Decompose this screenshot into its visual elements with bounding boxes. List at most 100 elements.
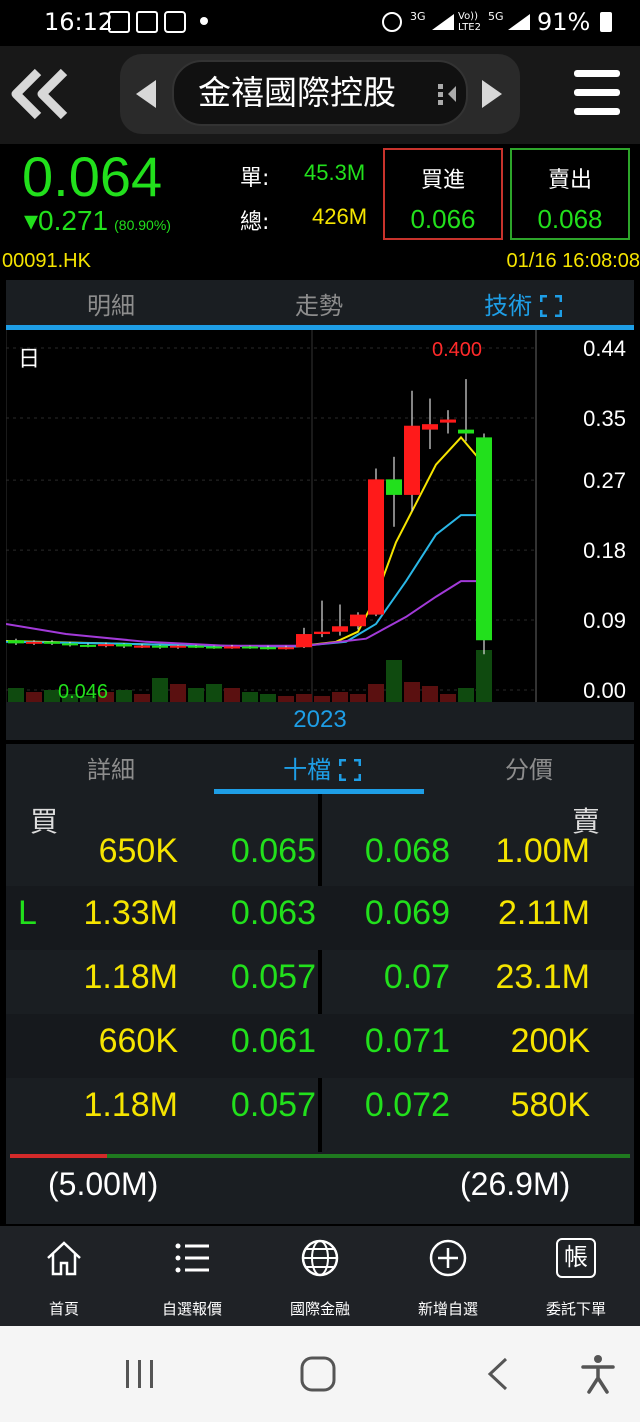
volume-bar: [188, 688, 204, 702]
tab-details[interactable]: 詳細: [56, 750, 166, 785]
candle-body: [296, 634, 312, 648]
total-volume-value: 426M: [312, 204, 368, 229]
home-circle-icon: [300, 1356, 336, 1392]
accessibility-button[interactable]: [580, 1354, 616, 1398]
volume-bar: [404, 682, 420, 702]
sell-label: 賣出: [547, 168, 592, 193]
nav-watchlist[interactable]: 自選報價: [128, 1226, 256, 1326]
quote-panel: 0.064 ▾0.271 (80.90%) 單: 45.3M 總: 426M 買進…: [0, 144, 640, 244]
nav-watchlist-label: 自選報價: [161, 1300, 222, 1318]
volume-bar: [206, 684, 222, 702]
volume-bar: [8, 688, 24, 702]
volume-bar: [440, 694, 456, 702]
bid-price-level: 0.057: [230, 958, 316, 996]
bid-quantity: 650K: [98, 832, 178, 870]
volume-bar: [116, 690, 132, 702]
menu-icon-bar: [574, 89, 620, 96]
recent-apps-button[interactable]: [124, 1358, 156, 1394]
candle-body: [242, 646, 258, 649]
candle-body: [458, 429, 474, 434]
home-icon: [47, 1241, 81, 1276]
bid-price-level: 0.061: [230, 1022, 316, 1060]
recent-apps-icon: [126, 1360, 153, 1388]
nav-international[interactable]: 國際金融: [256, 1226, 384, 1326]
nav-add-watchlist[interactable]: 新增自選: [384, 1226, 512, 1326]
ask-price: 0.068: [537, 204, 603, 234]
candle-body: [116, 644, 132, 647]
volume-bar: [242, 692, 258, 702]
volume-bar: [134, 694, 150, 702]
nav-home[interactable]: 首頁: [0, 1226, 128, 1326]
sell-button[interactable]: 賣出 0.068: [510, 148, 630, 240]
technical-chart[interactable]: 0.44 0.35 0.27 0.18 0.09 0.00 日 0.400 0.046: [5, 330, 634, 703]
candle-body: [224, 646, 240, 649]
volume-bar: [296, 694, 312, 702]
volume-bar: [152, 678, 168, 702]
bid-price-level: 0.065: [230, 832, 316, 870]
candle-body: [332, 626, 348, 632]
tab-ten-levels[interactable]: 十檔: [252, 750, 392, 785]
expand-icon: [338, 758, 362, 782]
buy-label: 買進: [420, 168, 465, 193]
volume-bar: [170, 684, 186, 702]
stock-code: 00091.HK: [2, 250, 91, 272]
book-tab-bar: 詳細 十檔 分價: [6, 744, 634, 794]
period-label: 日: [18, 347, 40, 372]
signal-icon-2: [508, 14, 530, 30]
network-5g-label: 5G: [488, 10, 504, 23]
table-row[interactable]: L 1.33M 0.063 0.069 2.11M: [6, 886, 634, 950]
candlestick-chart: 0.44 0.35 0.27 0.18 0.09 0.00 日 0.400 0.046: [5, 330, 626, 703]
buy-button[interactable]: 買進 0.066: [383, 148, 503, 240]
y-tick-label: 0.00: [583, 678, 626, 702]
tab-detail[interactable]: 明細: [56, 286, 166, 321]
min-price-label: 0.046: [58, 681, 108, 702]
double-chevron-left-icon: [11, 68, 68, 120]
ask-quantity: 1.00M: [495, 832, 591, 870]
system-back-button[interactable]: [486, 1356, 510, 1396]
bid-quantity: 660K: [98, 1022, 178, 1060]
table-row[interactable]: 650K 0.065 0.068 1.00M: [6, 824, 634, 888]
table-row[interactable]: 1.18M 0.057 0.07 23.1M: [6, 950, 634, 1014]
volume-bar: [260, 694, 276, 702]
app-header: 金禧國際控股: [0, 46, 640, 144]
menu-button[interactable]: [574, 68, 620, 118]
tab-technical[interactable]: 技術: [468, 286, 578, 321]
y-tick-label: 0.27: [583, 468, 626, 493]
buy-ratio-fill: [10, 1154, 108, 1158]
volume-bar: [458, 688, 474, 702]
ma-line-mid: [5, 514, 484, 648]
table-row[interactable]: 1.18M 0.057 0.072 580K: [6, 1078, 634, 1142]
tab-technical-label: 技術: [484, 292, 533, 320]
nav-international-label: 國際金融: [289, 1300, 350, 1318]
next-stock-button[interactable]: [480, 78, 504, 114]
nav-order-label: 委託下單: [545, 1300, 606, 1318]
chevron-left-icon: [487, 1357, 508, 1391]
quote-datetime: 01/16 16:08:08: [506, 250, 640, 272]
candle-body: [80, 644, 96, 647]
volume-bar: [368, 684, 384, 702]
tab-ten-levels-label: 十檔: [283, 756, 332, 784]
back-button[interactable]: [8, 64, 72, 124]
prev-stock-button[interactable]: [134, 78, 158, 114]
ask-quantity: 2.11M: [498, 894, 590, 932]
home-system-button[interactable]: [300, 1356, 336, 1396]
tab-price-distribution[interactable]: 分價: [474, 750, 584, 785]
row-flag: L: [18, 894, 37, 932]
triangle-right-icon: [482, 80, 502, 108]
y-tick-label: 0.18: [583, 538, 626, 563]
candle-body: [134, 645, 150, 648]
volume-bar: [332, 692, 348, 702]
candle-body: [206, 646, 222, 649]
stock-list-toggle[interactable]: [436, 82, 460, 110]
ask-price-level: 0.07: [383, 958, 450, 996]
candle-body: [44, 641, 60, 644]
table-row[interactable]: 660K 0.061 0.071 200K: [6, 1014, 634, 1078]
tab-trend[interactable]: 走勢: [264, 286, 374, 321]
order-icon: 帳: [556, 1238, 596, 1278]
battery-text: 91%: [537, 8, 591, 36]
max-price-label: 0.400: [432, 339, 482, 361]
candle-body: [152, 645, 168, 648]
nav-order[interactable]: 帳 委託下單: [512, 1226, 640, 1326]
year-row: 2023: [6, 702, 634, 740]
buy-total: (5.00M): [48, 1166, 159, 1202]
